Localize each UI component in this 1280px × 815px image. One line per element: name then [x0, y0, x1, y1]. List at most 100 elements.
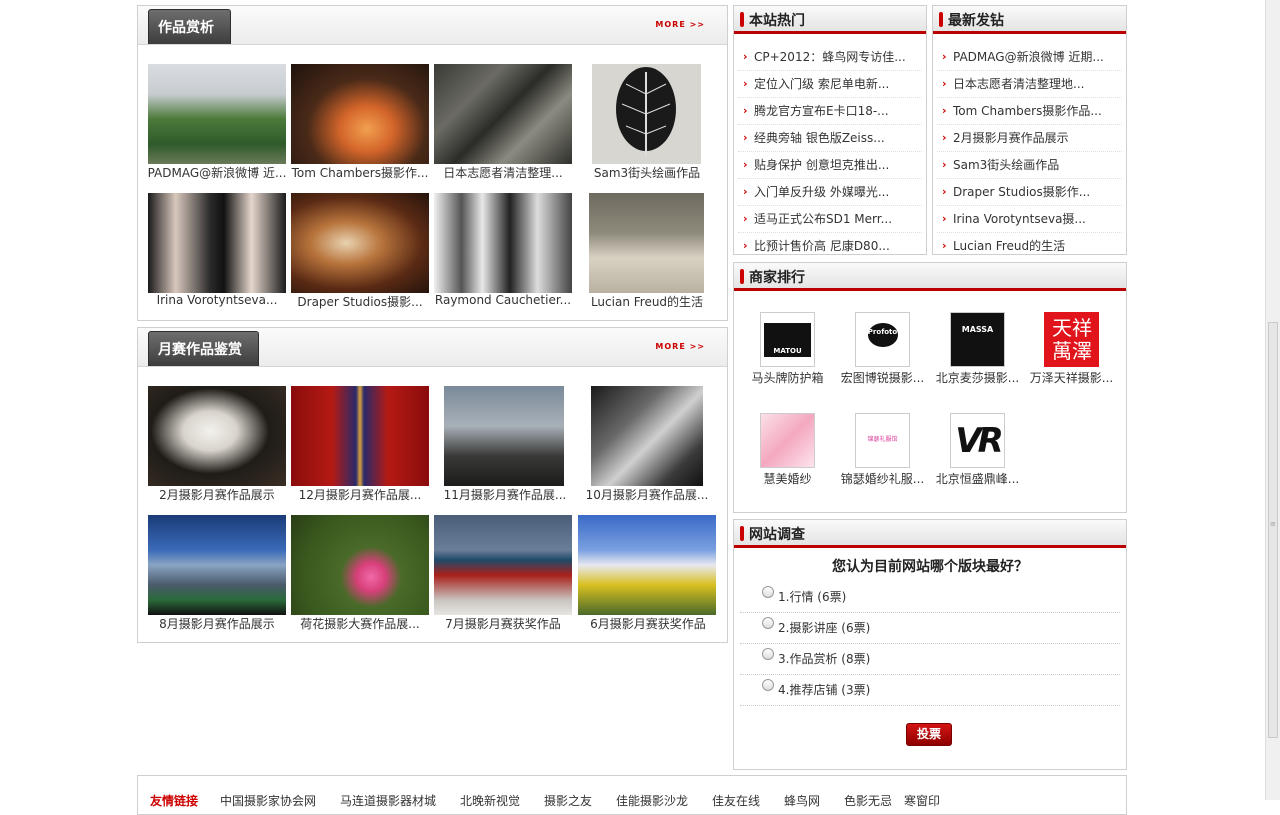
friend-link[interactable]: 色影无忌: [844, 792, 892, 809]
friend-link[interactable]: 北晚新视觉: [460, 792, 520, 809]
merchant-name[interactable]: 锦瑟婚纱礼服...: [835, 470, 930, 487]
friend-link[interactable]: 摄影之友: [544, 792, 592, 809]
work-photo-portraits[interactable]: [148, 193, 286, 293]
merchant-logo-wanze[interactable]: 天祥萬澤: [1044, 312, 1099, 367]
work-photo-forest[interactable]: [148, 64, 286, 164]
latest-item[interactable]: › PADMAG@新浪微博 近期...: [937, 44, 1122, 71]
merchant-name[interactable]: 北京麦莎摄影...: [930, 369, 1025, 386]
work-photo-dancer[interactable]: [291, 64, 429, 164]
scrollbar-thumb[interactable]: ≡: [1268, 322, 1278, 738]
monthly-photo-alley-bw[interactable]: [591, 386, 703, 486]
poll-option[interactable]: 1.行情 (6票): [740, 582, 1120, 613]
poll-option[interactable]: 4.推荐店铺 (3票): [740, 675, 1120, 706]
poll-radio[interactable]: [762, 617, 774, 629]
merchant-name[interactable]: 宏图博锐摄影...: [835, 369, 930, 386]
works-caption[interactable]: 日本志愿者清洁整理...: [424, 164, 582, 181]
merchant-item[interactable]: MASSA 北京麦莎摄影...: [930, 312, 1025, 386]
merchant-name[interactable]: 马头牌防护箱: [740, 369, 835, 386]
monthly-photo-lotus-bird[interactable]: [291, 515, 429, 615]
monthly-caption[interactable]: 12月摄影月赛作品展...: [281, 486, 439, 503]
hot-item[interactable]: › 贴身保护 创意坦克推出...: [738, 152, 922, 179]
works-caption[interactable]: PADMAG@新浪微博 近...: [138, 164, 296, 181]
work-photo-leaf-mural[interactable]: [592, 64, 701, 164]
friend-link[interactable]: 佳能摄影沙龙: [616, 792, 688, 809]
monthly-caption[interactable]: 2月摄影月赛作品展示: [138, 486, 296, 503]
merchant-item[interactable]: 天祥萬澤 万泽天祥摄影...: [1024, 312, 1119, 386]
works-more-link[interactable]: MORE >>: [655, 20, 705, 29]
friend-link[interactable]: 蜂鸟网: [784, 792, 820, 809]
merchant-name[interactable]: 北京恒盛鼎峰...: [930, 470, 1025, 487]
works-caption[interactable]: Raymond Cauchetier...: [424, 293, 582, 307]
merchant-item[interactable]: VR 北京恒盛鼎峰...: [930, 413, 1025, 487]
monthly-more-link[interactable]: MORE >>: [655, 342, 705, 351]
hot-link[interactable]: CP+2012：蜂鸟网专访佳...: [754, 50, 906, 64]
hot-item[interactable]: › 定位入门级 索尼单电新...: [738, 71, 922, 98]
latest-item[interactable]: › Lucian Freud的生活: [937, 233, 1122, 259]
poll-option[interactable]: 3.作品赏析 (8票): [740, 644, 1120, 675]
monthly-photo-yellow-flowers[interactable]: [578, 515, 716, 615]
monthly-caption[interactable]: 荷花摄影大赛作品展...: [281, 615, 439, 632]
latest-link[interactable]: PADMAG@新浪微博 近期...: [953, 50, 1104, 64]
hot-link[interactable]: 适马正式公布SD1 Merr...: [754, 212, 892, 226]
monthly-caption[interactable]: 6月摄影月赛获奖作品: [568, 615, 728, 632]
monthly-caption[interactable]: 10月摄影月赛作品展...: [567, 486, 727, 503]
monthly-caption[interactable]: 11月摄影月赛作品展...: [425, 486, 585, 503]
monthly-photo-panda-child[interactable]: [148, 386, 286, 486]
poll-radio[interactable]: [762, 679, 774, 691]
friend-link[interactable]: 寒窗印: [904, 792, 940, 809]
latest-item[interactable]: › Sam3街头绘画作品: [937, 152, 1122, 179]
vote-button[interactable]: 投票: [906, 723, 952, 746]
friend-link[interactable]: 佳友在线: [712, 792, 760, 809]
monthly-photo-red-doors[interactable]: [291, 386, 429, 486]
monthly-caption[interactable]: 7月摄影月赛获奖作品: [424, 615, 582, 632]
hot-link[interactable]: 比预计售价高 尼康D80...: [754, 239, 890, 253]
hot-item[interactable]: › 经典旁轴 银色版Zeiss...: [738, 125, 922, 152]
hot-item[interactable]: › 入门单反升级 外媒曝光...: [738, 179, 922, 206]
monthly-photo-great-wall[interactable]: [444, 386, 564, 486]
hot-link[interactable]: 定位入门级 索尼单电新...: [754, 77, 889, 91]
friend-link[interactable]: 马连道摄影器材城: [340, 792, 436, 809]
merchant-item[interactable]: MATOU 马头牌防护箱: [740, 312, 835, 386]
latest-link[interactable]: Tom Chambers摄影作品...: [953, 104, 1102, 118]
poll-option-label[interactable]: 3.作品赏析 (8票): [778, 650, 870, 667]
monthly-photo-cityscape[interactable]: [148, 515, 286, 615]
poll-option[interactable]: 2.摄影讲座 (6票): [740, 613, 1120, 644]
hot-item[interactable]: › 腾龙官方宣布E卡口18-...: [738, 98, 922, 125]
hot-item[interactable]: › 适马正式公布SD1 Merr...: [738, 206, 922, 233]
hot-item[interactable]: › CP+2012：蜂鸟网专访佳...: [738, 44, 922, 71]
latest-link[interactable]: 日本志愿者清洁整理地...: [953, 77, 1084, 91]
works-caption[interactable]: Sam3街头绘画作品: [567, 164, 727, 181]
friend-link[interactable]: 中国摄影家协会网: [220, 792, 316, 809]
merchant-logo-jinse[interactable]: 锦瑟礼服馆: [855, 413, 910, 468]
work-photo-fabric[interactable]: [291, 193, 429, 293]
latest-item[interactable]: › Irina Vorotyntseva摄...: [937, 206, 1122, 233]
works-caption[interactable]: Draper Studios摄影...: [281, 293, 439, 310]
latest-link[interactable]: Irina Vorotyntseva摄...: [953, 212, 1086, 226]
work-photo-dance-bw[interactable]: [434, 193, 572, 293]
merchant-item[interactable]: Profoto 宏图博锐摄影...: [835, 312, 930, 386]
hot-link[interactable]: 贴身保护 创意坦克推出...: [754, 158, 889, 172]
merchant-logo-matou[interactable]: MATOU: [760, 312, 815, 367]
hot-link[interactable]: 入门单反升级 外媒曝光...: [754, 185, 889, 199]
merchant-logo-huimei[interactable]: [760, 413, 815, 468]
merchant-name[interactable]: 万泽天祥摄影...: [1024, 369, 1119, 386]
monthly-photo-palace-snow[interactable]: [434, 515, 572, 615]
latest-link[interactable]: Sam3街头绘画作品: [953, 158, 1059, 172]
poll-option-label[interactable]: 1.行情 (6票): [778, 588, 846, 605]
merchant-name[interactable]: 慧美婚纱: [740, 470, 835, 487]
merchant-item[interactable]: 慧美婚纱: [740, 413, 835, 487]
latest-link[interactable]: Draper Studios摄影作...: [953, 185, 1090, 199]
latest-item[interactable]: › 2月摄影月赛作品展示: [937, 125, 1122, 152]
merchant-item[interactable]: 锦瑟礼服馆 锦瑟婚纱礼服...: [835, 413, 930, 487]
works-caption[interactable]: Tom Chambers摄影作...: [281, 164, 439, 181]
latest-item[interactable]: › Tom Chambers摄影作品...: [937, 98, 1122, 125]
works-caption[interactable]: Lucian Freud的生活: [567, 293, 727, 310]
vertical-scrollbar[interactable]: ≡: [1265, 0, 1280, 800]
works-caption[interactable]: Irina Vorotyntseva...: [138, 293, 296, 307]
merchant-logo-hengsheng[interactable]: VR: [950, 413, 1005, 468]
hot-link[interactable]: 腾龙官方宣布E卡口18-...: [754, 104, 889, 118]
poll-option-label[interactable]: 4.推荐店铺 (3票): [778, 681, 870, 698]
monthly-caption[interactable]: 8月摄影月赛作品展示: [138, 615, 296, 632]
latest-link[interactable]: Lucian Freud的生活: [953, 239, 1065, 253]
work-photo-sleeping[interactable]: [589, 193, 704, 293]
